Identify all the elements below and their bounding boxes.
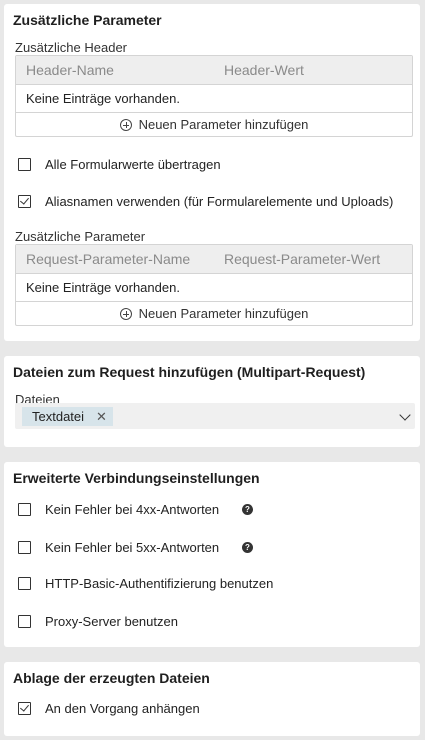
no-error-5xx-checkbox[interactable]: [18, 540, 31, 554]
extra-params-card: Zusätzliche Parameter Zusätzliche Header…: [4, 4, 420, 341]
header-table-head: Header-Name Header-Wert: [16, 56, 412, 85]
header-name-column: Header-Name: [26, 62, 114, 78]
header-empty-text: Keine Einträge vorhanden.: [26, 91, 180, 106]
request-empty-text: Keine Einträge vorhanden.: [26, 280, 180, 295]
header-section-label: Zusätzliche Header: [15, 40, 127, 55]
files-title: Dateien zum Request hinzufügen (Multipar…: [13, 364, 366, 380]
basic-auth-label: HTTP-Basic-Authentifizierung benutzen: [45, 575, 274, 591]
plus-circle-icon: [119, 118, 132, 131]
alias-names-label: Aliasnamen verwenden (für Formularelemen…: [45, 193, 394, 209]
add-header-label: Neuen Parameter hinzufügen: [138, 117, 309, 132]
proxy-label: Proxy-Server benutzen: [45, 613, 178, 629]
files-select[interactable]: Textdatei ✕: [15, 403, 415, 429]
request-section-label: Zusätzliche Parameter: [15, 229, 146, 244]
help-icon[interactable]: ?: [242, 542, 253, 553]
request-table: Request-Parameter-Name Request-Parameter…: [15, 244, 413, 326]
file-tag: Textdatei ✕: [22, 407, 113, 426]
alias-names-checkbox[interactable]: [18, 194, 31, 208]
storage-card: Ablage der erzeugten Dateien An den Vorg…: [4, 662, 420, 736]
header-table-empty-row: Keine Einträge vorhanden.: [16, 85, 412, 113]
proxy-option[interactable]: Proxy-Server benutzen: [18, 612, 178, 630]
basic-auth-checkbox[interactable]: [18, 576, 31, 590]
no-error-5xx-option[interactable]: Kein Fehler bei 5xx-Antworten ?: [18, 538, 278, 556]
help-icon[interactable]: ?: [242, 504, 253, 515]
plus-circle-icon: [119, 307, 132, 320]
request-name-column: Request-Parameter-Name: [26, 251, 191, 267]
connection-title: Erweiterte Verbindungseinstellungen: [13, 470, 260, 486]
basic-auth-option[interactable]: HTTP-Basic-Authentifizierung benutzen: [18, 574, 273, 592]
all-form-values-label: Alle Formularwerte übertragen: [45, 156, 221, 172]
add-request-param-label: Neuen Parameter hinzufügen: [138, 306, 309, 321]
no-error-4xx-label: Kein Fehler bei 4xx-Antworten: [45, 501, 220, 517]
attach-to-process-checkbox[interactable]: [18, 701, 31, 715]
request-value-column: Request-Parameter-Wert: [224, 251, 381, 267]
header-value-column: Header-Wert: [224, 62, 304, 78]
close-icon[interactable]: ✕: [96, 409, 107, 425]
files-card: Dateien zum Request hinzufügen (Multipar…: [4, 356, 420, 447]
file-tag-label: Textdatei: [32, 409, 85, 424]
no-error-5xx-label: Kein Fehler bei 5xx-Antworten: [45, 539, 220, 555]
all-form-values-checkbox[interactable]: [18, 157, 31, 171]
header-table: Header-Name Header-Wert Keine Einträge v…: [15, 55, 413, 137]
alias-names-option[interactable]: Aliasnamen verwenden (für Formularelemen…: [18, 192, 393, 210]
attach-to-process-label: An den Vorgang anhängen: [45, 700, 200, 716]
all-form-values-option[interactable]: Alle Formularwerte übertragen: [18, 155, 221, 173]
storage-title: Ablage der erzeugten Dateien: [13, 670, 210, 686]
no-error-4xx-option[interactable]: Kein Fehler bei 4xx-Antworten ?: [18, 500, 278, 518]
attach-to-process-option[interactable]: An den Vorgang anhängen: [18, 699, 200, 717]
request-table-empty-row: Keine Einträge vorhanden.: [16, 274, 412, 302]
request-table-head: Request-Parameter-Name Request-Parameter…: [16, 245, 412, 274]
add-request-param-button[interactable]: Neuen Parameter hinzufügen: [16, 302, 412, 325]
no-error-4xx-checkbox[interactable]: [18, 502, 31, 516]
proxy-checkbox[interactable]: [18, 614, 31, 628]
connection-card: Erweiterte Verbindungseinstellungen Kein…: [4, 462, 420, 647]
add-header-button[interactable]: Neuen Parameter hinzufügen: [16, 113, 412, 136]
extra-params-title: Zusätzliche Parameter: [13, 12, 162, 28]
chevron-down-icon[interactable]: [399, 409, 411, 421]
